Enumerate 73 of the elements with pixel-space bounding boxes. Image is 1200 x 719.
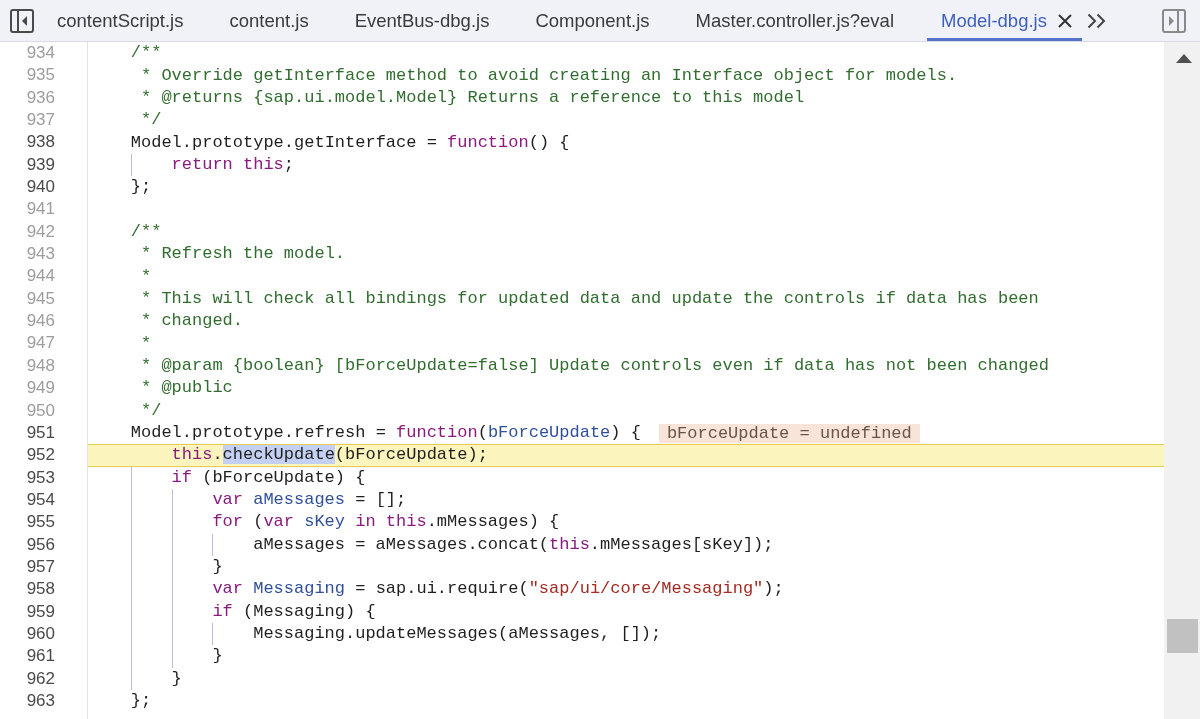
line-number: 942	[26, 221, 55, 241]
line-number: 939	[26, 154, 55, 174]
line-number: 948	[26, 355, 55, 375]
line-number: 950	[26, 400, 55, 420]
scrollbar-thumb[interactable]	[1166, 619, 1198, 653]
line-number: 956	[26, 534, 55, 554]
double-chevron-icon[interactable]	[1086, 12, 1106, 29]
code-line: /**	[130, 221, 162, 242]
code-line: }	[212, 557, 223, 578]
code-line: * Refresh the model.	[141, 244, 346, 265]
tab[interactable]: content.js	[206, 0, 332, 41]
code-line: if (bForceUpdate) {	[171, 467, 366, 488]
line-number: 958	[26, 579, 55, 599]
code-line: /**	[130, 43, 162, 64]
line-number: 955	[26, 512, 55, 532]
close-icon[interactable]	[1056, 12, 1073, 29]
line-number: 945	[26, 288, 55, 308]
tab[interactable]: contentScript.js	[34, 0, 207, 41]
line-number: 951	[26, 422, 55, 442]
code-line: }	[212, 646, 223, 667]
code-line: var Messaging = sap.ui.require("sap/ui/core/Messaging");	[212, 579, 784, 600]
line-number: 944	[26, 266, 55, 286]
code-line: Model.prototype.refresh = function(bForceUpdate) {	[130, 423, 641, 443]
code-line: */	[141, 110, 162, 131]
code-line: };	[130, 691, 152, 712]
line-number: 949	[26, 378, 55, 398]
line-number: 963	[26, 690, 55, 710]
line-number: 938	[26, 132, 55, 152]
code-line: *	[141, 266, 152, 287]
code-line: this.checkUpdate(bForceUpdate);	[171, 445, 488, 466]
line-number: 937	[26, 110, 55, 130]
line-number: 940	[26, 177, 55, 197]
code-line: * changed.	[141, 311, 244, 332]
line-number: 962	[26, 668, 55, 688]
tab[interactable]: Master.controller.js?eval	[672, 0, 917, 41]
code-line: * This will check all bindings for updated data and update the controls if data has been	[141, 288, 1039, 309]
line-number: 952	[26, 445, 55, 465]
code-line: return this;	[171, 154, 294, 175]
line-number: 960	[26, 623, 55, 643]
code-line: *	[141, 333, 152, 354]
line-number: 961	[26, 646, 55, 666]
code-line: };	[130, 177, 152, 198]
line-number: 954	[26, 489, 55, 509]
line-number: 946	[26, 311, 55, 331]
tab[interactable]: Component.js	[512, 0, 673, 41]
code-line: for (var sKey in this.mMessages) {	[212, 512, 560, 533]
scrollbar[interactable]	[1164, 42, 1200, 719]
code-line: }	[171, 668, 182, 689]
code-line: * @param {boolean} [bForceUpdate=false] Update controls even if data has not been changed	[141, 356, 1049, 376]
code-line: Messaging.updateMessages(aMessages, []);	[253, 624, 662, 645]
panel-right-icon[interactable]	[1162, 8, 1186, 33]
code-line: if (Messaging) {	[212, 601, 376, 622]
line-number: 953	[26, 467, 55, 487]
line-number: 935	[26, 65, 55, 85]
code-line: * @returns {sap.ui.model.Model} Returns a reference to this model	[141, 87, 805, 108]
line-number: 959	[26, 601, 55, 621]
scroll-up-arrow-icon[interactable]	[1176, 54, 1192, 63]
line-number: 936	[26, 87, 55, 107]
line-number: 941	[26, 199, 55, 219]
code-line: */	[141, 400, 162, 421]
line-number: 934	[26, 43, 55, 62]
code-line: aMessages = aMessages.concat(this.mMessages[sKey]);	[253, 534, 774, 555]
line-number: 947	[26, 333, 55, 353]
code-line: * @public	[141, 378, 233, 399]
inline-value: bForceUpdate = undefined	[658, 423, 920, 443]
code-line: var aMessages = [];	[212, 490, 407, 511]
tab[interactable]: Model-dbg.js	[927, 0, 1082, 41]
code-line: * Override getInterface method to avoid creating an Interface object for models.	[141, 65, 958, 86]
panel-left-icon[interactable]	[10, 8, 34, 33]
line-number: 957	[26, 556, 55, 576]
line-number: 943	[26, 244, 55, 264]
code-line: Model.prototype.getInterface = function() {	[130, 132, 570, 153]
tab[interactable]: EventBus-dbg.js	[331, 0, 513, 41]
